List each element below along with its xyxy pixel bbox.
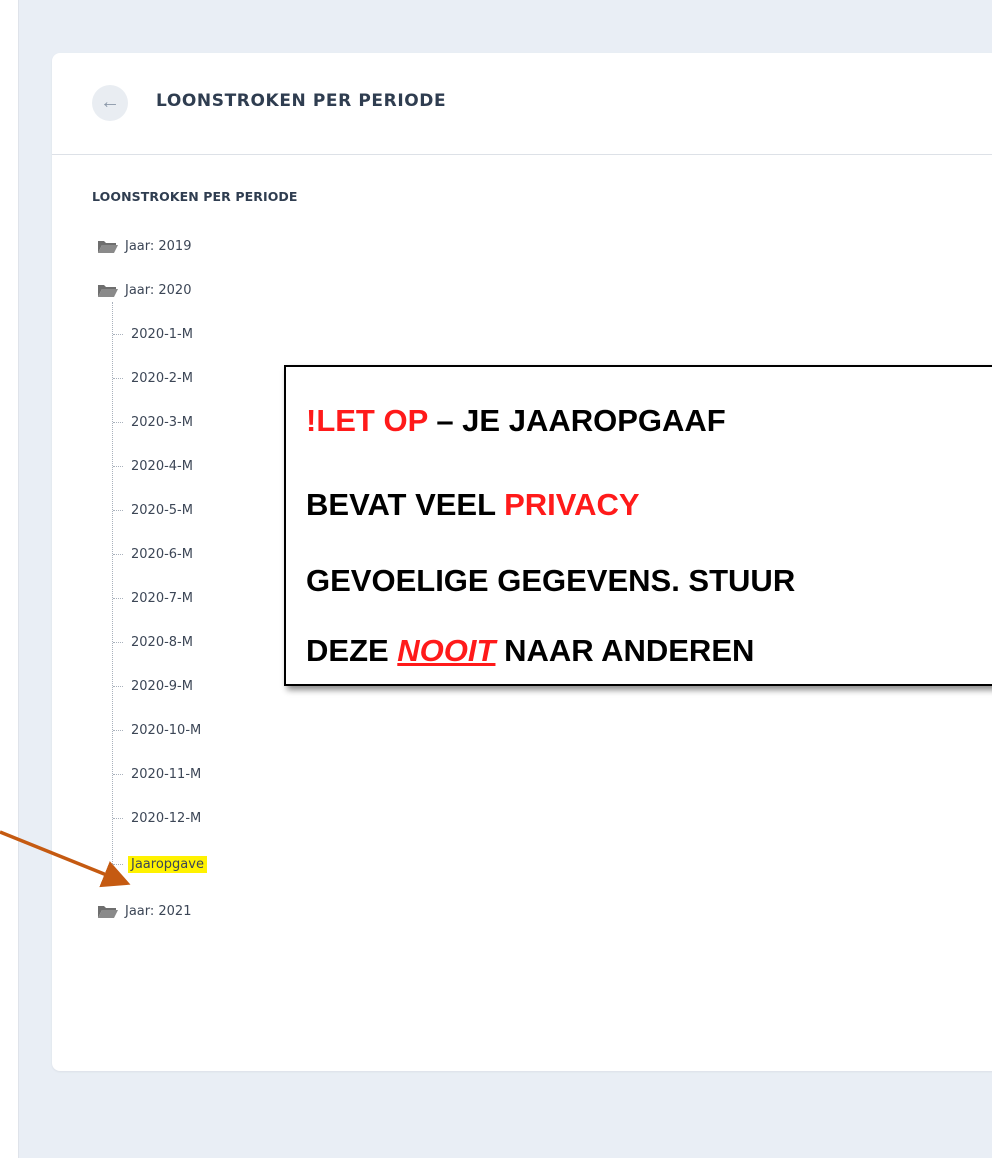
tree-item-2020-1-m[interactable]: 2020-1-M xyxy=(131,327,193,342)
tree-connector xyxy=(113,466,123,467)
tree-connector xyxy=(113,642,123,643)
tree-item-2020-7-m[interactable]: 2020-7-M xyxy=(131,591,193,606)
left-sidebar-strip xyxy=(0,0,19,1158)
warning-text: BEVAT VEEL xyxy=(306,487,505,522)
folder-open-icon xyxy=(98,241,118,253)
warning-let-op: !LET OP xyxy=(306,403,428,438)
arrow-left-icon: ← xyxy=(100,91,120,113)
tree-item-2020-6-m[interactable]: 2020-6-M xyxy=(131,547,193,562)
folder-open-icon xyxy=(98,906,118,918)
tree-guide-line xyxy=(112,302,113,864)
tree-item-2020-9-m[interactable]: 2020-9-M xyxy=(131,679,193,694)
warning-text: DEZE xyxy=(306,633,398,668)
tree-connector xyxy=(113,334,123,335)
warning-line-3: GEVOELIGE GEGEVENS. STUUR xyxy=(306,563,796,598)
warning-nooit: NOOIT xyxy=(397,633,496,668)
back-button[interactable]: ← xyxy=(92,85,128,121)
tree-connector xyxy=(113,774,123,775)
tree-connector xyxy=(113,422,123,423)
tree-connector xyxy=(113,378,123,379)
tree-connector xyxy=(113,818,123,819)
privacy-warning-box: !LET OP – JE JAAROPGAAF BEVAT VEEL PRIVA… xyxy=(284,365,992,686)
tree-item-2020-10-m[interactable]: 2020-10-M xyxy=(131,723,201,738)
tree-item-2020-11-m[interactable]: 2020-11-M xyxy=(131,767,201,782)
tree-connector xyxy=(113,598,123,599)
annotation-arrow xyxy=(0,830,131,888)
tree-connector xyxy=(113,554,123,555)
tree-connector xyxy=(113,730,123,731)
tree-folder-2020[interactable]: Jaar: 2020 xyxy=(125,283,191,298)
tree-section-label: LOONSTROKEN PER PERIODE xyxy=(92,189,298,204)
tree-item-2020-8-m[interactable]: 2020-8-M xyxy=(131,635,193,650)
page-title: LOONSTROKEN PER PERIODE xyxy=(156,91,447,111)
warning-text: – JE JAAROPGAAF xyxy=(427,403,726,438)
tree-item-2020-2-m[interactable]: 2020-2-M xyxy=(131,371,193,386)
tree-item-2020-12-m[interactable]: 2020-12-M xyxy=(131,811,201,826)
tree-folder-2019[interactable]: Jaar: 2019 xyxy=(125,239,191,254)
warning-line-4: DEZE NOOIT NAAR ANDEREN xyxy=(306,633,754,669)
tree-folder-2021[interactable]: Jaar: 2021 xyxy=(125,904,191,919)
tree-item-2020-5-m[interactable]: 2020-5-M xyxy=(131,503,193,518)
tree-connector xyxy=(113,686,123,687)
tree-item-2020-3-m[interactable]: 2020-3-M xyxy=(131,415,193,430)
card-header: ← LOONSTROKEN PER PERIODE xyxy=(52,53,992,155)
folder-open-icon xyxy=(98,285,118,297)
warning-privacy: PRIVACY xyxy=(504,487,640,522)
warning-line-1: !LET OP – JE JAAROPGAAF xyxy=(306,403,726,439)
tree-connector xyxy=(113,510,123,511)
tree-item-2020-4-m[interactable]: 2020-4-M xyxy=(131,459,193,474)
warning-text: NAAR ANDEREN xyxy=(495,633,755,668)
warning-line-2: BEVAT VEEL PRIVACY xyxy=(306,487,640,523)
